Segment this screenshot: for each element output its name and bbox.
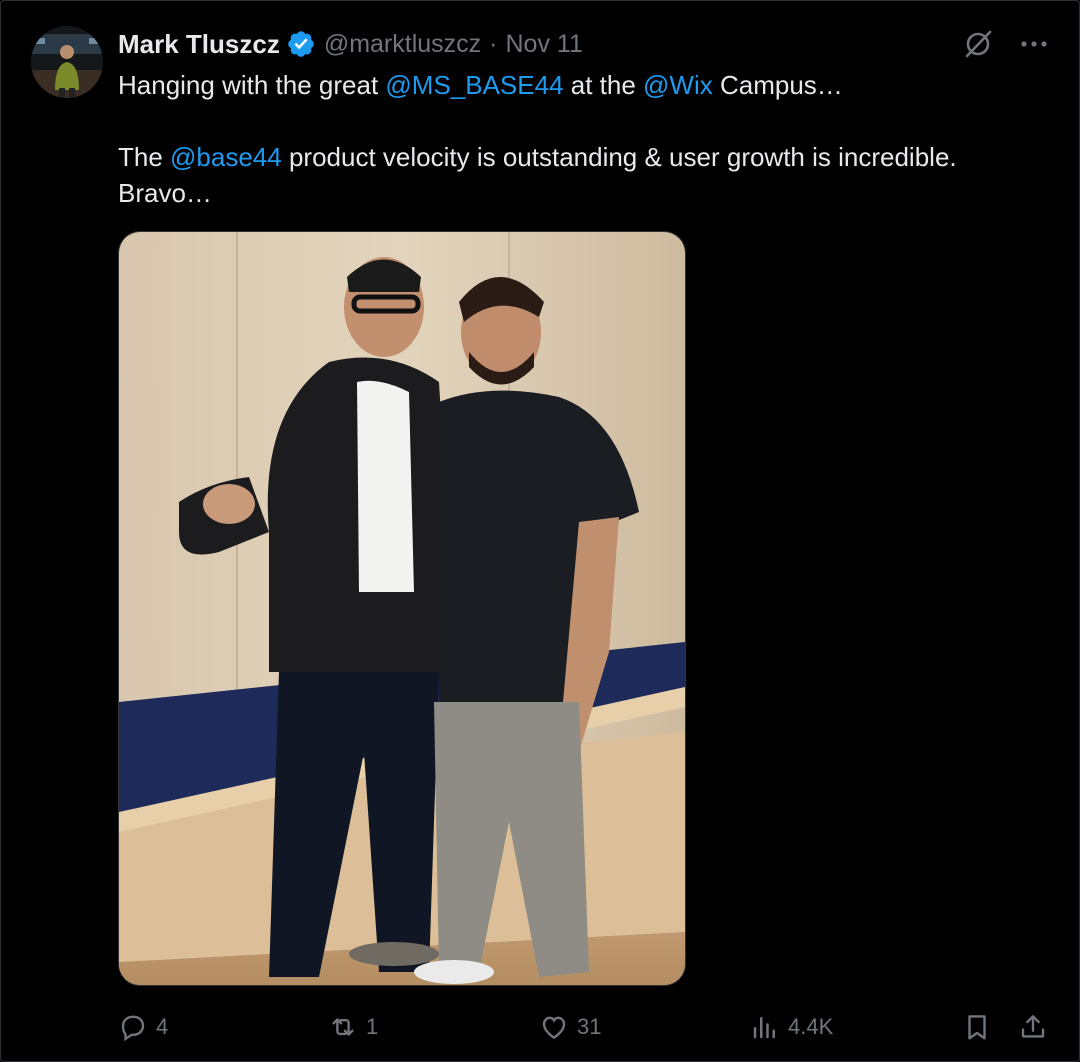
tweet-photo[interactable] <box>118 231 686 986</box>
repost-count: 1 <box>366 1014 379 1039</box>
tweet-text: Hanging with the great @MS_BASE44 at the… <box>118 67 1048 211</box>
text-segment: Hanging with the great <box>118 70 386 100</box>
photo-illustration <box>119 232 685 985</box>
author-name[interactable]: Mark Tluszcz <box>118 29 280 60</box>
like-button[interactable]: 31 <box>539 1006 601 1048</box>
bookmark-icon <box>968 1015 986 1040</box>
action-bar: 4 1 31 4.4K <box>118 1006 1050 1048</box>
text-segment: The <box>118 142 171 172</box>
tweet-top-actions <box>961 27 1051 61</box>
views-icon <box>753 1017 775 1039</box>
author-handle[interactable]: @marktluszcz <box>324 30 481 59</box>
tweet-header: Mark Tluszcz @marktluszcz · Nov 11 <box>118 25 583 63</box>
share-icon <box>1021 1015 1045 1038</box>
mention-link-wix[interactable]: @Wix <box>643 70 713 100</box>
grok-icon[interactable] <box>961 27 995 61</box>
verified-badge-icon <box>288 31 314 57</box>
tweet-card[interactable]: Mark Tluszcz @marktluszcz · Nov 11 Hangi… <box>0 0 1080 1062</box>
reply-button[interactable]: 4 <box>118 1006 168 1048</box>
views-count: 4.4K <box>788 1014 834 1039</box>
avatar[interactable] <box>31 26 103 98</box>
mention-link-base44[interactable]: @base44 <box>170 142 282 172</box>
bookmark-button[interactable] <box>962 1006 992 1048</box>
reply-count: 4 <box>156 1014 169 1039</box>
text-segment: Campus… <box>712 70 843 100</box>
repost-icon <box>332 1018 354 1036</box>
separator-dot: · <box>489 29 498 58</box>
reply-icon <box>121 1015 145 1042</box>
repost-button[interactable]: 1 <box>328 1006 378 1048</box>
views-button[interactable]: 4.4K <box>750 1006 833 1048</box>
mention-link-ms-base44[interactable]: @MS_BASE44 <box>385 70 563 100</box>
like-icon <box>542 1016 566 1040</box>
more-icon[interactable] <box>1017 27 1051 61</box>
tweet-paragraph-1: Hanging with the great @MS_BASE44 at the… <box>118 67 1048 103</box>
tweet-paragraph-2: The @base44 product velocity is outstand… <box>118 139 1048 211</box>
share-button[interactable] <box>1018 1006 1048 1048</box>
text-segment: at the <box>563 70 644 100</box>
like-count: 31 <box>577 1014 602 1039</box>
tweet-timestamp[interactable]: Nov 11 <box>506 30 583 59</box>
